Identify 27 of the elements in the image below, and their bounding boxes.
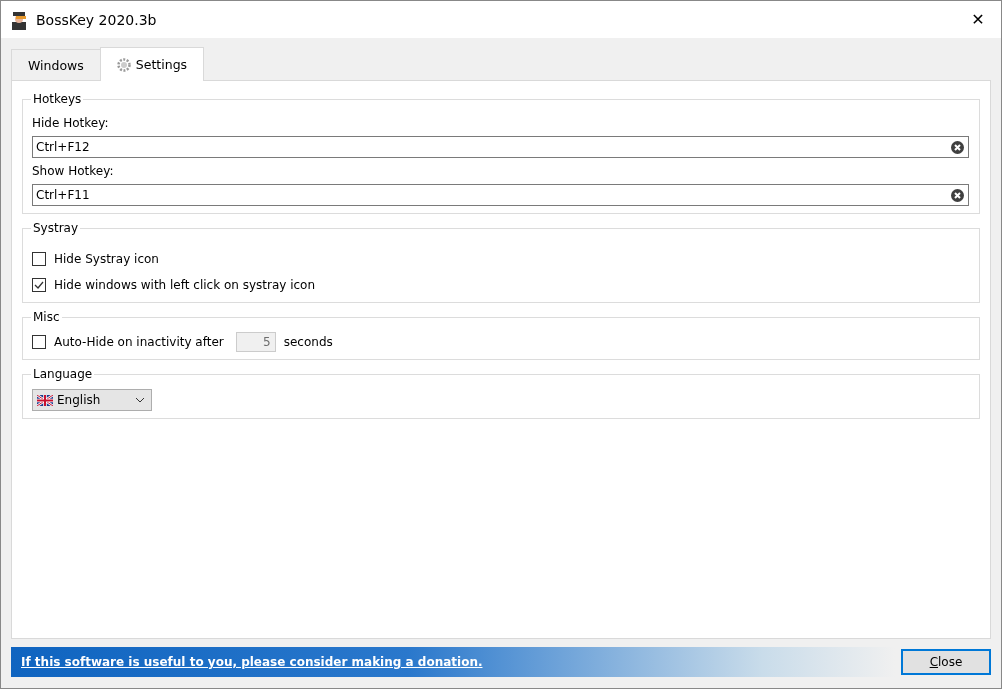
chevron-down-icon — [135, 397, 145, 403]
hotkey-field[interactable]: Ctrl+F12 — [32, 136, 969, 158]
clear-icon[interactable] — [951, 188, 964, 202]
language-dropdown[interactable]: English — [32, 389, 152, 411]
checkbox[interactable] — [32, 252, 46, 266]
group-title: Systray — [31, 221, 81, 235]
checkbox-label: Hide Systray icon — [54, 252, 159, 266]
checkbox-label: Hide windows with left click on systray icon — [54, 278, 316, 292]
window-title: BossKey 2020.3b — [36, 11, 158, 28]
clear-icon[interactable] — [951, 140, 964, 154]
hotkey-field[interactable]: Ctrl+F11 — [32, 184, 969, 206]
checkbox[interactable] — [32, 278, 46, 292]
checkbox[interactable] — [32, 335, 46, 349]
app-icon — [10, 9, 28, 30]
tab[interactable]: Settings — [99, 47, 205, 81]
group-title: Misc — [31, 310, 62, 324]
group-title: Language — [31, 367, 95, 381]
donation-link[interactable]: If this software is useful to you, please consider making a donation. — [21, 655, 483, 669]
unit-label: seconds — [283, 335, 333, 349]
close-button[interactable]: Close — [901, 649, 991, 675]
flag-icon — [37, 394, 53, 406]
close-button[interactable]: ✕ — [955, 1, 1001, 38]
tab[interactable]: Windows — [11, 49, 101, 80]
field-label: Hide Hotkey: — [32, 116, 110, 130]
group-title: Hotkeys — [31, 92, 84, 106]
checkbox-label: Auto-Hide on inactivity after — [54, 335, 224, 349]
field-label: Show Hotkey: — [32, 164, 115, 178]
